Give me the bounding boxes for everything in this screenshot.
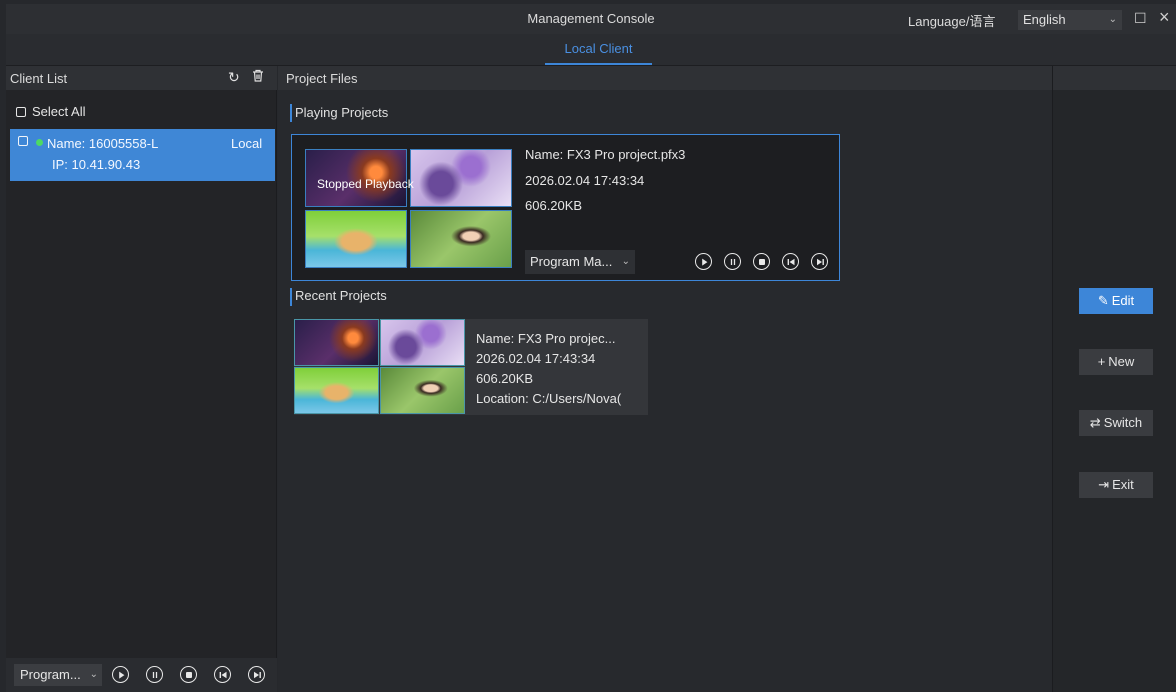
plus-icon: + xyxy=(1097,354,1106,369)
play-icon[interactable] xyxy=(695,253,712,270)
flower-image xyxy=(410,149,512,207)
stop-icon[interactable] xyxy=(753,253,770,270)
stop-icon[interactable] xyxy=(180,666,197,683)
language-label: Language/语言 xyxy=(908,14,996,29)
exit-label: Exit xyxy=(1112,477,1134,492)
project-name: Name: FX3 Pro projec... xyxy=(476,331,616,346)
client-row[interactable]: Name: 16005558-L IP: 10.41.90.43 Local xyxy=(10,129,275,181)
next-icon[interactable] xyxy=(248,666,265,683)
program-select[interactable]: Program... ⌄ xyxy=(14,664,102,686)
client-type: Local xyxy=(231,136,263,151)
next-icon[interactable] xyxy=(811,253,828,270)
switch-icon: ⇄ xyxy=(1089,415,1101,430)
actions-panel: ✎ Edit + New ⇄ Switch ⇥ Exit xyxy=(1052,66,1176,692)
program-select-value: Program Ma... xyxy=(530,254,613,269)
flower-image xyxy=(380,319,465,366)
switch-button[interactable]: ⇄ Switch xyxy=(1079,410,1153,436)
project-size: 606.20KB xyxy=(525,198,583,213)
project-files-panel: Project Files Playing Projects Stopped P… xyxy=(278,66,1052,692)
edit-button[interactable]: ✎ Edit xyxy=(1079,288,1153,314)
active-tab-indicator xyxy=(545,63,652,65)
title-bar: Management Console Language/语言 English ⌄… xyxy=(6,4,1176,34)
chevron-down-icon: ⌄ xyxy=(621,256,630,267)
client-checkbox[interactable] xyxy=(18,136,28,146)
close-icon[interactable]: × xyxy=(1159,7,1170,28)
project-files-header: Project Files xyxy=(278,66,1052,90)
recent-projects-label: Recent Projects xyxy=(295,288,387,303)
playing-projects-label: Playing Projects xyxy=(295,105,389,120)
play-icon[interactable] xyxy=(112,666,129,683)
tab-local-client[interactable]: Local Client xyxy=(545,41,652,56)
pause-icon[interactable] xyxy=(724,253,741,270)
project-thumbnail xyxy=(294,319,465,415)
section-marker xyxy=(290,288,292,306)
project-location: Location: C:/Users/Nova( xyxy=(476,391,622,406)
select-all-checkbox[interactable]: Select All xyxy=(16,104,85,119)
project-name: Name: FX3 Pro project.pfx3 xyxy=(525,147,686,162)
pause-icon[interactable] xyxy=(146,666,163,683)
client-list-panel: Client List ↻ Select All Name: 16005558-… xyxy=(6,66,277,692)
edit-label: Edit xyxy=(1111,293,1135,308)
project-date: 2026.02.04 17:43:34 xyxy=(525,173,645,188)
tab-bar: Local Client xyxy=(6,34,1176,66)
playing-project-card[interactable]: Stopped Playback Name: FX3 Pro project.p… xyxy=(291,134,840,281)
exit-button[interactable]: ⇥ Exit xyxy=(1079,472,1153,498)
actions-header xyxy=(1053,66,1176,90)
chevron-down-icon: ⌄ xyxy=(89,669,98,680)
language-select[interactable]: English ⌄ xyxy=(1018,10,1122,30)
woman-grapes-image xyxy=(380,367,465,414)
program-select[interactable]: Program Ma... ⌄ xyxy=(525,250,635,274)
exit-icon: ⇥ xyxy=(1098,477,1110,492)
window-title: Management Console xyxy=(527,11,655,26)
trash-icon[interactable] xyxy=(252,69,264,85)
maximize-icon[interactable]: ☐ xyxy=(1134,10,1147,27)
section-marker xyxy=(290,104,292,122)
rabbit-image xyxy=(305,210,407,268)
rabbit-image xyxy=(294,367,379,414)
chevron-down-icon: ⌄ xyxy=(1108,14,1117,25)
language-value: English xyxy=(1023,12,1066,27)
checkbox-icon xyxy=(16,107,26,117)
project-thumbnail: Stopped Playback xyxy=(305,149,512,269)
client-list-header: Client List ↻ xyxy=(6,66,277,90)
select-all-label: Select All xyxy=(32,104,86,119)
recent-project-card[interactable]: Name: FX3 Pro projec... 2026.02.04 17:43… xyxy=(294,319,648,415)
client-ip: IP: 10.41.90.43 xyxy=(52,157,141,172)
previous-icon[interactable] xyxy=(782,253,799,270)
client-list-title: Client List xyxy=(10,71,68,86)
project-date: 2026.02.04 17:43:34 xyxy=(476,351,596,366)
previous-icon[interactable] xyxy=(214,666,231,683)
refresh-icon[interactable]: ↻ xyxy=(228,69,240,86)
switch-label: Switch xyxy=(1103,415,1143,430)
project-size: 606.20KB xyxy=(476,371,534,386)
woman-grapes-image xyxy=(410,210,512,268)
new-button[interactable]: + New xyxy=(1079,349,1153,375)
playback-status-overlay: Stopped Playback xyxy=(317,177,414,191)
playback-footer: Program... ⌄ xyxy=(6,658,277,692)
program-select-value: Program... xyxy=(20,667,81,682)
client-name: Name: 16005558-L xyxy=(47,136,159,151)
online-status-dot xyxy=(36,139,43,146)
new-label: New xyxy=(1108,354,1135,369)
space-image xyxy=(294,319,379,366)
edit-icon: ✎ xyxy=(1097,293,1109,308)
project-files-title: Project Files xyxy=(286,71,358,86)
